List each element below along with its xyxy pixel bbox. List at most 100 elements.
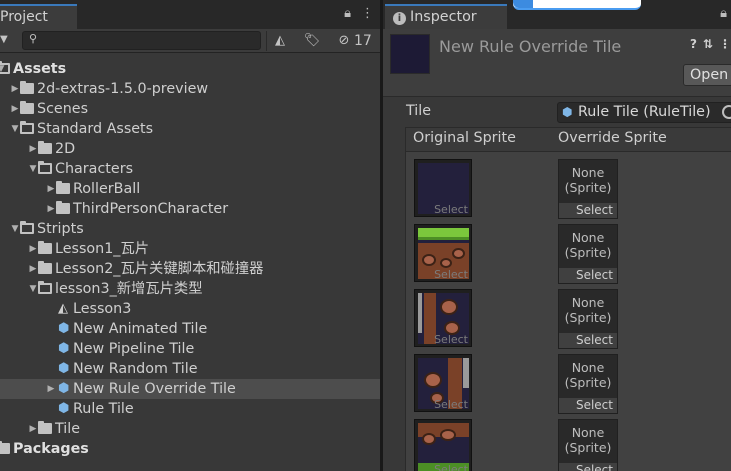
more-options-icon[interactable]: ⋮ [719, 37, 731, 51]
override-sprite-slot[interactable]: None (Sprite) Select [558, 159, 618, 219]
sprite-override-entry: Select None (Sprite) Select [414, 354, 724, 416]
tile-asset-item[interactable]: ▶ ⬢ New Rule Override Tile [0, 379, 380, 399]
tile-object-field[interactable]: ⬢ Rule Tile (RuleTile) [557, 102, 731, 123]
lock-icon[interactable]: 🔒︎ [720, 6, 727, 21]
project-tab-bar: Project 🔒︎ ⋮ [0, 0, 380, 29]
tab-inspector[interactable]: i Inspector [385, 4, 507, 29]
folder-item[interactable]: ▶ RollerBall [0, 179, 380, 199]
folder-item[interactable]: ▶ 2D [0, 139, 380, 159]
sprite-override-entry: Select None (Sprite) Select [414, 224, 724, 286]
tile-asset-item[interactable]: ⬢ Rule Tile [0, 399, 380, 419]
collapsed-arrow-icon[interactable]: ▶ [28, 239, 38, 259]
tile-object-value: Rule Tile (RuleTile) [578, 104, 711, 120]
collapsed-arrow-icon[interactable]: ▶ [46, 379, 56, 399]
override-none-label: None (Sprite) [559, 230, 617, 260]
expanded-arrow-icon[interactable]: ▼ [28, 159, 38, 179]
folder-open-icon [20, 121, 34, 134]
original-sprite-slot[interactable]: Select [414, 354, 472, 412]
preset-icon[interactable]: ⇅ [703, 37, 713, 51]
folder-item[interactable]: ▶ 2d-extras-1.5.0-preview [0, 79, 380, 99]
folder-item[interactable]: ▶Packages [0, 439, 380, 459]
collapsed-arrow-icon[interactable]: ▶ [46, 179, 56, 199]
collapsed-arrow-icon[interactable]: ▶ [28, 139, 38, 159]
select-label[interactable]: Select [434, 268, 468, 281]
tab-project[interactable]: Project [0, 4, 77, 29]
override-select-button[interactable]: Select [559, 268, 617, 283]
search-field[interactable]: ⚲ [22, 31, 261, 50]
more-options-icon[interactable]: ⋮ [361, 6, 374, 21]
tree-item-label: New Pipeline Tile [73, 341, 195, 357]
tree-item-label: ThirdPersonCharacter [73, 201, 229, 217]
search-input[interactable] [43, 33, 253, 48]
folder-item[interactable]: ▶ Lesson1_瓦片 [0, 239, 380, 259]
folder-item[interactable]: ▶ Lesson2_瓦片关键脚本和碰撞器 [0, 259, 380, 279]
tile-asset-item[interactable]: ⬢ New Random Tile [0, 359, 380, 379]
folder-item[interactable]: ▶ Scenes [0, 99, 380, 119]
sprite-type-text: (Sprite) [564, 180, 612, 195]
collapsed-arrow-icon[interactable]: ▶ [28, 259, 38, 279]
original-sprite-slot[interactable]: Select [414, 289, 472, 347]
collapsed-arrow-icon[interactable]: ▶ [46, 199, 56, 219]
original-sprite-slot[interactable]: Select [414, 419, 472, 471]
override-select-button[interactable]: Select [559, 463, 617, 471]
override-sprite-slot[interactable]: None (Sprite) Select [558, 354, 618, 414]
help-icon[interactable]: ? [690, 37, 697, 51]
folder-item[interactable]: ▼ Characters [0, 159, 380, 179]
override-sprite-slot[interactable]: None (Sprite) Select [558, 224, 618, 284]
tile-asset-item[interactable]: ⬢ New Pipeline Tile [0, 339, 380, 359]
folder-item[interactable]: ▼ Stripts [0, 219, 380, 239]
override-select-button[interactable]: Select [559, 203, 617, 218]
unity-scene-icon: ◭ [58, 301, 68, 316]
collapsed-arrow-icon[interactable]: ▶ [28, 419, 38, 439]
tree-item-label: Lesson1_瓦片 [55, 241, 150, 257]
override-select-button[interactable]: Select [559, 398, 617, 413]
folder-icon [0, 441, 10, 454]
select-label[interactable]: Select [434, 203, 468, 216]
override-sprite-slot[interactable]: None (Sprite) Select [558, 289, 618, 349]
none-text: None [571, 295, 605, 310]
override-none-label: None (Sprite) [559, 165, 617, 195]
override-none-label: None (Sprite) [559, 425, 617, 455]
override-select-button[interactable]: Select [559, 333, 617, 348]
create-dropdown-icon[interactable]: ▼ [0, 32, 14, 48]
folder-open-icon [0, 61, 10, 74]
tile-asset-icon: ⬢ [58, 341, 70, 356]
inspector-header: New Rule Override Tile ? ⇅ ⋮ Open [383, 29, 731, 97]
override-sprite-slot[interactable]: None (Sprite) Select [558, 419, 618, 471]
folder-icon [20, 101, 34, 114]
search-by-type-icon[interactable]: ◭ [270, 32, 290, 50]
expanded-arrow-icon[interactable]: ▼ [28, 279, 38, 299]
tree-item-label: Scenes [37, 101, 89, 117]
lock-icon[interactable]: 🔒︎ [344, 6, 351, 21]
folder-item[interactable]: ▼ Standard Assets [0, 119, 380, 139]
tree-item-label: Standard Assets [37, 121, 154, 137]
collapsed-arrow-icon[interactable]: ▶ [10, 79, 20, 99]
override-none-label: None (Sprite) [559, 295, 617, 325]
search-by-label-icon[interactable]: 🏷︎ [302, 32, 322, 50]
folder-item[interactable]: ▼ lesson3_新增瓦片类型 [0, 279, 380, 299]
folder-item[interactable]: ▶ Tile [0, 419, 380, 439]
sprite-override-entry: Select None (Sprite) Select [414, 289, 724, 351]
folder-item[interactable]: ▼ Assets [0, 59, 380, 79]
select-label[interactable]: Select [434, 333, 468, 346]
expanded-arrow-icon[interactable]: ▼ [10, 219, 20, 239]
original-sprite-slot[interactable]: Select [414, 159, 472, 217]
scene-item[interactable]: ◭ Lesson3 [0, 299, 380, 319]
folder-icon [56, 181, 70, 194]
tab-inspector-label: Inspector [410, 9, 477, 25]
hidden-packages-icon[interactable]: ⊘ [334, 32, 354, 50]
tree-item-label: Lesson2_瓦片关键脚本和碰撞器 [55, 261, 264, 277]
tree-item-label: Stripts [37, 221, 84, 237]
collapsed-arrow-icon[interactable]: ▶ [10, 99, 20, 119]
override-none-label: None (Sprite) [559, 360, 617, 390]
original-sprite-slot[interactable]: Select [414, 224, 472, 282]
select-label[interactable]: Select [434, 463, 468, 471]
object-picker-icon[interactable] [722, 105, 731, 119]
expanded-arrow-icon[interactable]: ▼ [10, 119, 20, 139]
tree-item-label: Rule Tile [73, 401, 134, 417]
tree-item-label: 2D [55, 141, 76, 157]
select-label[interactable]: Select [434, 398, 468, 411]
tile-asset-item[interactable]: ⬢ New Animated Tile [0, 319, 380, 339]
open-button[interactable]: Open [683, 64, 731, 86]
folder-item[interactable]: ▶ ThirdPersonCharacter [0, 199, 380, 219]
